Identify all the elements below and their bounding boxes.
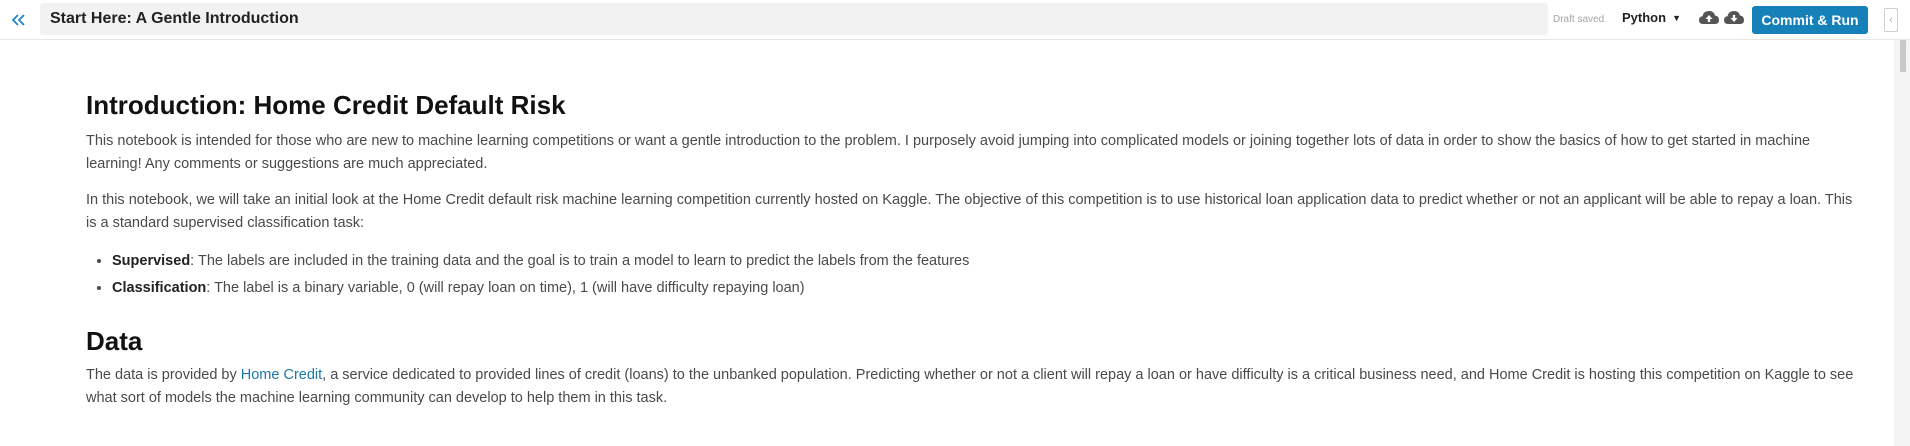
cloud-download-icon[interactable] bbox=[1723, 8, 1745, 28]
data-paragraph: The data is provided by Home Credit, a s… bbox=[86, 364, 1856, 410]
data-paragraph-prefix: The data is provided by bbox=[86, 367, 241, 383]
scrollbar-thumb[interactable] bbox=[1900, 40, 1906, 72]
list-item-text: : The labels are included in the trainin… bbox=[190, 253, 970, 269]
list-item-term: Classification bbox=[112, 280, 207, 296]
notebook-title-field[interactable] bbox=[40, 3, 1548, 35]
notebook-header: Draft saved Python ▼ Commit & Run ‹ bbox=[0, 0, 1910, 40]
list-item: Supervised: The labels are included in t… bbox=[112, 248, 1856, 275]
data-heading: Data bbox=[86, 326, 143, 356]
draft-status-label: Draft saved bbox=[1553, 14, 1605, 25]
scrollbar-track[interactable] bbox=[1894, 40, 1910, 446]
data-paragraph-suffix: , a service dedicated to provided lines … bbox=[86, 367, 1854, 406]
double-chevron-left-icon[interactable] bbox=[4, 6, 32, 34]
caret-down-icon: ▼ bbox=[1672, 12, 1681, 23]
intro-heading: Introduction: Home Credit Default Risk bbox=[86, 90, 566, 120]
notebook-content: Introduction: Home Credit Default Risk T… bbox=[86, 90, 1856, 423]
intro-paragraph: In this notebook, we will take an initia… bbox=[86, 192, 1853, 231]
commit-and-run-button[interactable]: Commit & Run bbox=[1752, 6, 1868, 34]
language-dropdown[interactable]: Python ▼ bbox=[1622, 10, 1681, 25]
cloud-upload-icon[interactable] bbox=[1698, 8, 1720, 28]
task-type-list: Supervised: The labels are included in t… bbox=[112, 248, 1856, 302]
chevron-left-icon[interactable]: ‹ bbox=[1884, 8, 1898, 32]
home-credit-link[interactable]: Home Credit bbox=[241, 367, 322, 383]
list-item-term: Supervised bbox=[112, 253, 191, 269]
list-item-text: : The label is a binary variable, 0 (wil… bbox=[206, 280, 805, 296]
list-item: Classification: The label is a binary va… bbox=[112, 275, 1856, 302]
language-value: Python bbox=[1622, 10, 1667, 25]
intro-paragraph: This notebook is intended for those who … bbox=[86, 133, 1811, 172]
notebook-title-input[interactable] bbox=[50, 10, 1548, 28]
